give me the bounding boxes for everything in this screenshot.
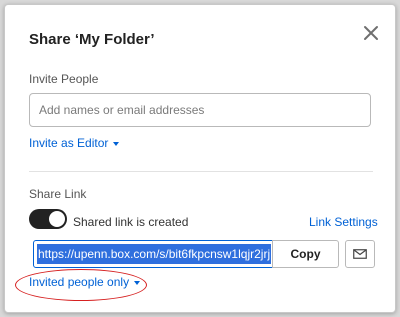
share-dialog: Share ‘My Folder’ Invite People Invite a… xyxy=(4,4,396,313)
link-settings-link[interactable]: Link Settings xyxy=(309,215,378,229)
shared-link-url-text: https://upenn.box.com/s/bit6fkpcnsw1lqjr… xyxy=(37,244,272,264)
email-link-button[interactable] xyxy=(345,240,375,268)
copy-button[interactable]: Copy xyxy=(272,240,339,268)
section-divider xyxy=(29,171,373,172)
share-link-section-label: Share Link xyxy=(29,187,87,201)
invite-permission-label: Invite as Editor xyxy=(29,136,109,150)
toggle-knob xyxy=(49,211,65,227)
dialog-title: Share ‘My Folder’ xyxy=(29,31,155,48)
annotation-ellipse xyxy=(15,269,147,301)
envelope-icon xyxy=(353,249,367,259)
chevron-down-icon xyxy=(113,141,120,146)
invite-input[interactable] xyxy=(29,93,371,127)
shared-link-toggle-label: Shared link is created xyxy=(73,215,189,229)
close-icon[interactable] xyxy=(361,23,381,43)
invite-section-label: Invite People xyxy=(29,72,99,86)
shared-link-url-field[interactable]: https://upenn.box.com/s/bit6fkpcnsw1lqjr… xyxy=(33,240,273,268)
shared-link-toggle[interactable] xyxy=(29,209,67,229)
invite-permission-dropdown[interactable]: Invite as Editor xyxy=(29,136,120,150)
